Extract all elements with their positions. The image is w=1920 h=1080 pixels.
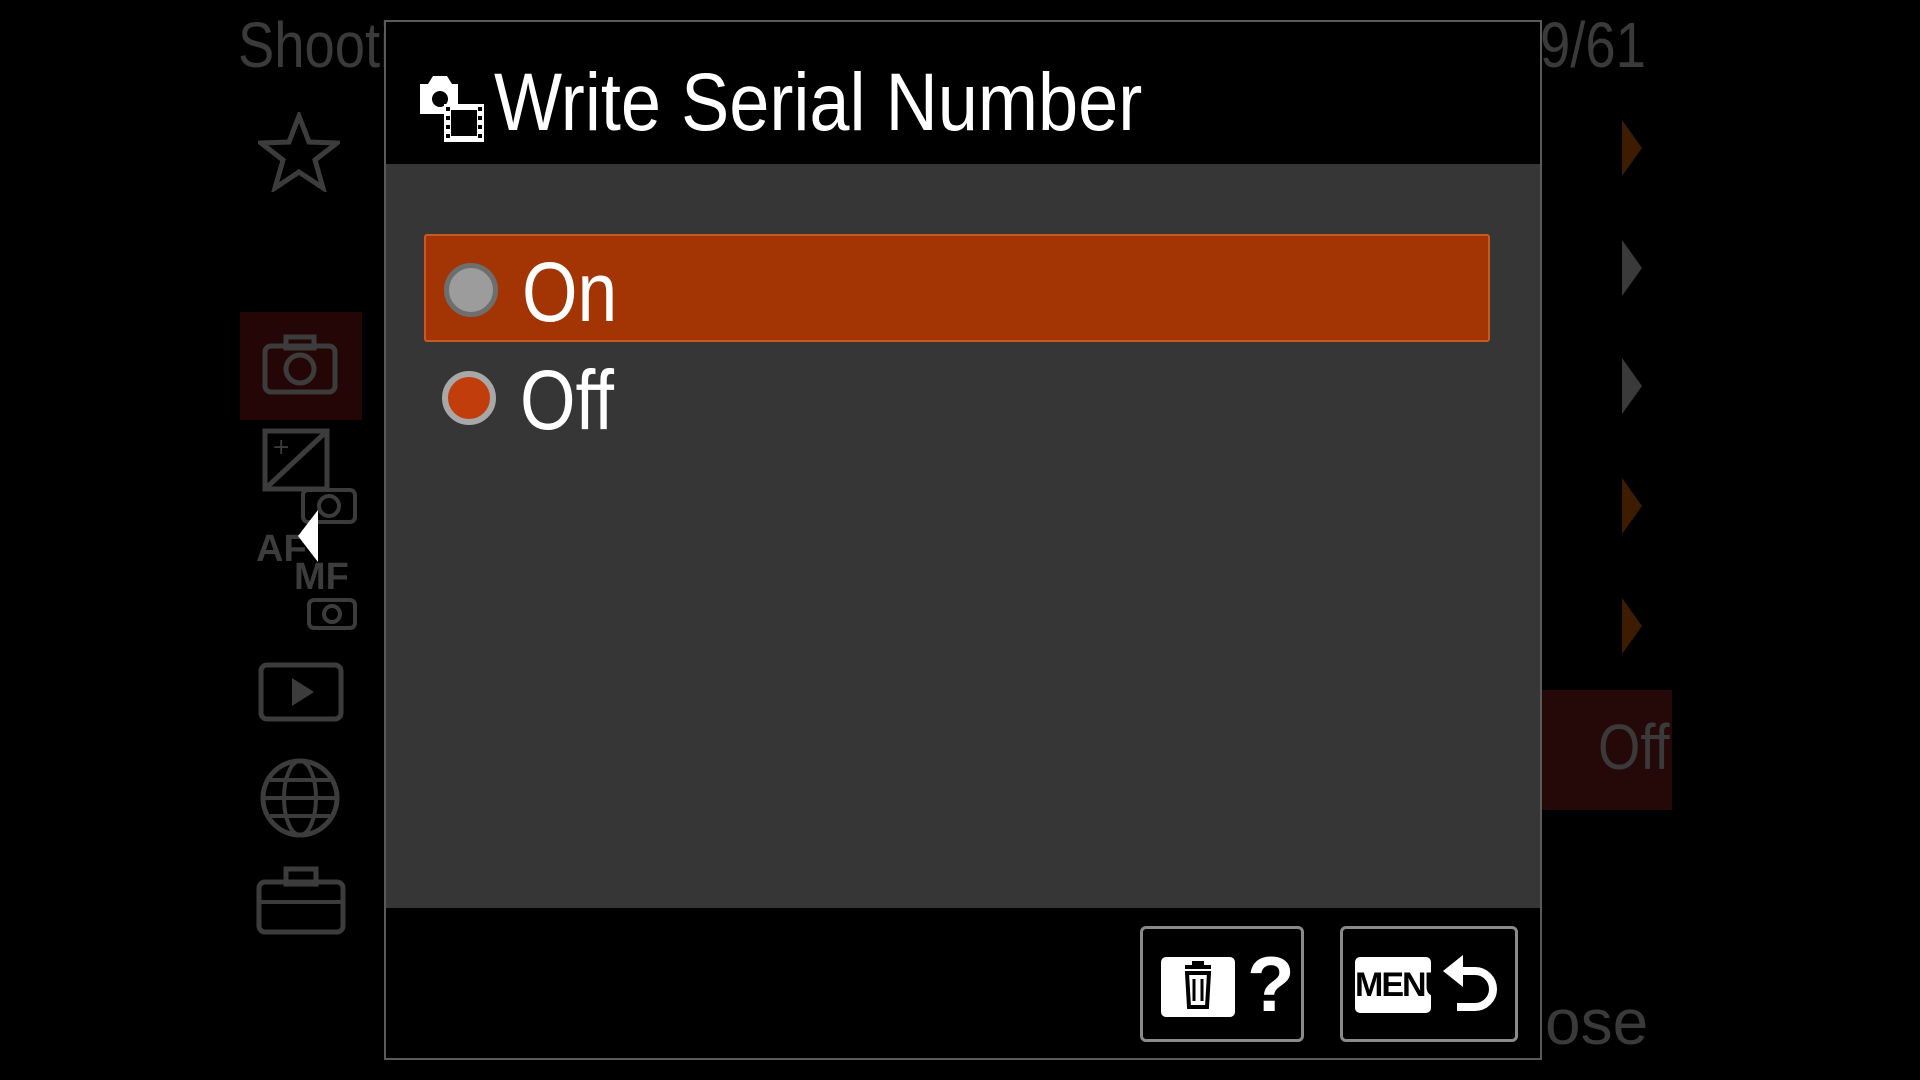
chevron-right-icon (1622, 120, 1642, 176)
page-indicator: 9/61 (1540, 9, 1646, 81)
svg-text:+: + (272, 435, 290, 460)
chevron-right-icon (1622, 240, 1642, 296)
chevron-right-icon (1622, 598, 1642, 654)
option-label: Off (520, 353, 614, 447)
still-movie-icon (420, 76, 484, 142)
toolbox-icon (256, 866, 346, 935)
globe-icon (260, 758, 340, 838)
radio-checked-icon (442, 371, 496, 425)
dialog-title: Write Serial Number (494, 57, 1143, 148)
options-list: On Off (386, 164, 1540, 908)
camera-small-icon (307, 598, 357, 630)
menu-label: MENU (1355, 957, 1449, 1013)
write-serial-number-dialog: Write Serial Number On Off ? MENU (384, 20, 1542, 1060)
dialog-footer: ? MENU (386, 908, 1540, 1058)
menu-back-button[interactable]: MENU (1340, 926, 1518, 1042)
dialog-header: Write Serial Number (386, 22, 1540, 164)
star-icon (258, 112, 340, 192)
return-icon (1443, 955, 1497, 1011)
option-on[interactable]: On (424, 234, 1490, 342)
radio-unchecked-icon (444, 263, 498, 317)
background-menu-title: Shooti (238, 9, 393, 81)
back-arrow-icon (298, 510, 318, 562)
help-button[interactable]: ? (1140, 926, 1304, 1042)
background-bottom-text: ose (1545, 986, 1649, 1058)
chevron-right-icon (1622, 358, 1642, 414)
trash-icon (1161, 957, 1235, 1017)
playback-icon (258, 662, 344, 722)
option-off[interactable]: Off (424, 344, 1490, 452)
chevron-right-icon (1622, 478, 1642, 534)
camera-icon (262, 334, 338, 395)
option-label: On (522, 245, 618, 339)
background-row-value: Off (1598, 711, 1670, 783)
help-icon: ? (1247, 940, 1295, 1028)
